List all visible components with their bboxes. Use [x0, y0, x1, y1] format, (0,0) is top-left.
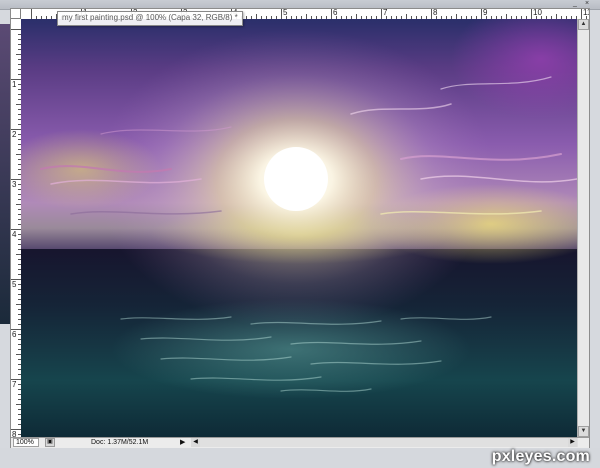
- ruler-left-label: 2: [12, 130, 17, 139]
- ruler-tick: [281, 9, 282, 19]
- watermark-logo: pxleyes.com: [491, 448, 590, 465]
- background-document-edge: [0, 24, 10, 324]
- status-menu-arrow-icon[interactable]: ▶: [180, 438, 188, 447]
- scroll-right-icon[interactable]: ▶: [568, 438, 577, 447]
- ruler-top-label: 8: [433, 9, 438, 17]
- ruler-top-label: 6: [333, 9, 338, 17]
- vertical-scrollbar[interactable]: ▲ ▼: [577, 19, 589, 437]
- ruler-left-label: 3: [12, 180, 17, 189]
- ruler-tick: [481, 9, 482, 19]
- ruler-top-label: 7: [383, 9, 388, 17]
- document-size-info: Doc: 1.37M/52.1M: [91, 439, 149, 446]
- ruler-tick: [431, 9, 432, 19]
- horizontal-scrollbar[interactable]: [191, 438, 578, 447]
- ruler-tick: [31, 9, 32, 19]
- ruler-origin[interactable]: [11, 9, 21, 19]
- ruler-left-label: 6: [12, 330, 17, 339]
- scroll-up-icon[interactable]: ▲: [578, 19, 589, 30]
- ruler-top-label: 10: [533, 9, 542, 17]
- document-title-tooltip: my first painting.psd @ 100% (Capa 32, R…: [57, 11, 243, 26]
- minimize-icon[interactable]: _: [570, 0, 580, 8]
- painting-image: [21, 19, 577, 437]
- ruler-left-label: 1: [12, 80, 17, 89]
- ruler-tick: [581, 9, 582, 19]
- close-icon[interactable]: ×: [582, 0, 592, 8]
- ruler-left-label: 4: [12, 230, 17, 239]
- painting-canvas[interactable]: [21, 19, 577, 437]
- ruler-left-label: 5: [12, 280, 17, 289]
- ruler-tick: [331, 9, 332, 19]
- ruler-tick: [11, 29, 21, 30]
- scroll-left-icon[interactable]: ◀: [191, 438, 200, 447]
- ruler-top-label: 11: [583, 9, 589, 17]
- ruler-top-label: 9: [483, 9, 488, 17]
- zoom-level-field[interactable]: 100%: [13, 438, 39, 447]
- ruler-tick: [381, 9, 382, 19]
- scroll-down-icon[interactable]: ▼: [578, 426, 589, 437]
- ruler-top-label: 5: [283, 9, 288, 17]
- ruler-tick: [531, 9, 532, 19]
- status-info-icon[interactable]: ▣: [45, 438, 55, 447]
- status-bar: 100% ▣ Doc: 1.37M/52.1M ▶ ◀ ▶: [11, 437, 589, 448]
- document-window: 1234567891011 12345678: [10, 8, 590, 448]
- ruler-left-label: 7: [12, 380, 17, 389]
